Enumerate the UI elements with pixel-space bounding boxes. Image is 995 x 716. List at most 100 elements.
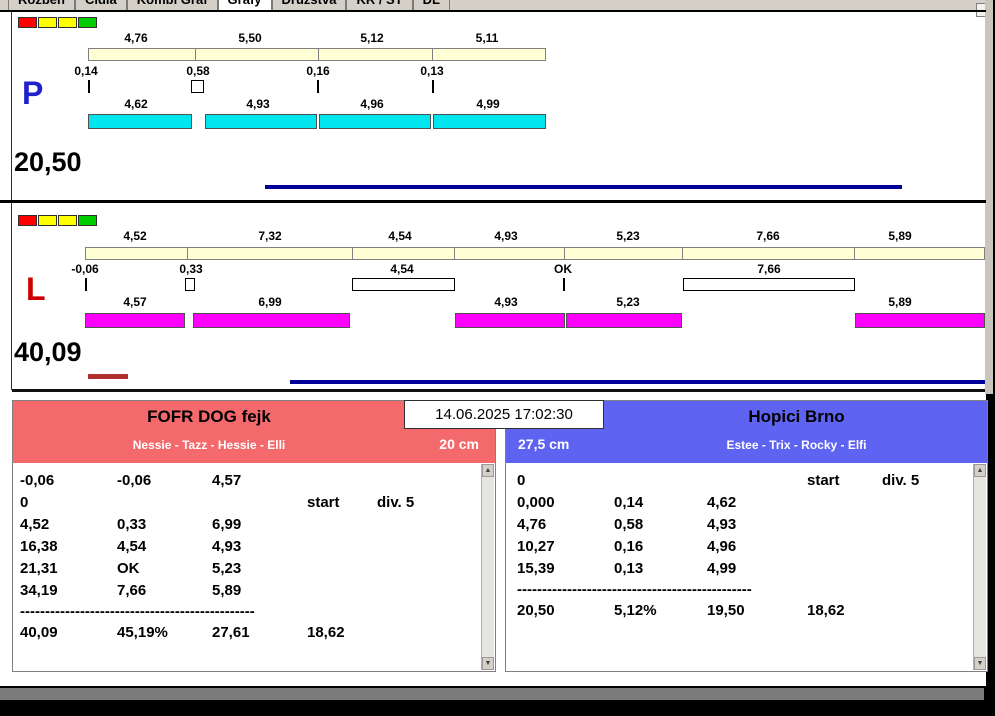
lane-p-run-label: 4,96 [360, 97, 384, 111]
lane-l-change-label: 7,66 [757, 262, 781, 276]
table-cell: 16,38 [20, 538, 58, 555]
ruler-divider [454, 248, 455, 259]
table-cell: 40,09 [20, 624, 58, 641]
left-table-scrollbar[interactable]: ▲ ▼ [481, 464, 494, 670]
table-cell: 5,89 [212, 582, 242, 599]
scroll-up-button[interactable]: ▲ [974, 464, 986, 477]
lane-p-change-label: 0,13 [420, 64, 444, 78]
lane-p-change-marker [432, 80, 434, 93]
right-team-dogs: Estee - Trix - Rocky - Elfi [726, 438, 867, 452]
lane-p-run-label: 4,93 [246, 97, 270, 111]
datetime-display: 14.06.2025 17:02:30 [404, 400, 604, 429]
lane-p-run-bar [205, 114, 317, 129]
scroll-down-button[interactable]: ▼ [974, 657, 986, 670]
table-cell: 27,61 [212, 624, 250, 641]
ruler-divider [432, 49, 433, 60]
table-cell [307, 536, 377, 558]
lane-l-run-bar [855, 313, 985, 328]
lane-p-split-label: 5,12 [360, 31, 384, 45]
table-cell: 15,39 [517, 560, 555, 577]
tab-kombi-graf[interactable]: Kombi Graf [126, 0, 218, 10]
lane-p-timeline-bar [265, 185, 902, 189]
lane-l-change-marker [563, 278, 565, 291]
table-cell: 45,19% [117, 624, 168, 641]
ruler-divider [854, 248, 855, 259]
result-row: 16,38 4,54 4,93 [14, 536, 480, 558]
table-cell [614, 470, 707, 492]
table-cell [307, 558, 377, 580]
table-cell [882, 514, 972, 536]
tab-druzstva[interactable]: Družstva [271, 0, 347, 10]
table-cell [807, 558, 882, 580]
lane-l-change-label: OK [554, 262, 572, 276]
lane-p-status-light-4 [78, 17, 97, 28]
left-team-panel: FOFR DOG fejk Nessie - Tazz - Hessie - E… [12, 400, 496, 672]
lane-l-change-label: 4,54 [390, 262, 414, 276]
table-cell [117, 492, 212, 514]
lane-l-run-label: 5,23 [616, 295, 640, 309]
tab-rozbeh[interactable]: Rozběh [8, 0, 75, 10]
table-cell: 7,66 [117, 582, 147, 599]
lane-p-run-bar [433, 114, 546, 129]
result-row: -0,06 -0,06 4,57 [14, 470, 480, 492]
result-row: 15,39 0,13 4,99 [507, 558, 972, 580]
result-row: 0 start div. 5 [14, 492, 480, 514]
tab-dl[interactable]: DL [412, 0, 451, 10]
table-cell: 18,62 [307, 624, 345, 641]
graph-scrollbar-track[interactable] [985, 0, 993, 394]
lane-l-total-time: 40,09 [14, 337, 82, 367]
left-team-dogs: Nessie - Tazz - Hessie - Elli [132, 438, 286, 452]
table-cell [882, 492, 972, 514]
table-cell: 0,13 [614, 560, 644, 577]
lane-p-change-label: 0,14 [74, 64, 98, 78]
lane-l-status-light-1 [18, 215, 37, 226]
right-team-jump-height: 27,5 cm [518, 436, 570, 452]
right-table-scrollbar[interactable]: ▲ ▼ [973, 464, 986, 670]
lane-p-letter: P [22, 75, 44, 111]
result-row: 0 start div. 5 [507, 470, 972, 492]
lane-l-split-label: 5,23 [616, 229, 640, 243]
tab-grafy[interactable]: Grafy [217, 0, 272, 10]
table-cell [307, 580, 377, 602]
lane-l-split-label: 7,32 [258, 229, 282, 243]
lane-p-split-label: 4,76 [124, 31, 148, 45]
lane-l-run-label: 6,99 [258, 295, 282, 309]
tab-cidla[interactable]: Čidla [74, 0, 127, 10]
scroll-up-button[interactable]: ▲ [482, 464, 494, 477]
table-cell: 4,99 [707, 560, 737, 577]
table-cell [377, 622, 480, 644]
table-cell: 5,23 [212, 560, 242, 577]
table-cell: start [807, 472, 840, 489]
lane-l-timeline-bar [290, 380, 985, 384]
lane-l-letter: L [26, 271, 46, 307]
separator-row: ----------------------------------------… [517, 581, 752, 598]
table-cell [882, 600, 972, 622]
table-cell [377, 558, 480, 580]
ruler-divider [682, 248, 683, 259]
ruler-divider [352, 248, 353, 259]
scroll-down-button[interactable]: ▼ [482, 657, 494, 670]
result-row: 4,52 0,33 6,99 [14, 514, 480, 536]
table-cell: 4,93 [707, 516, 737, 533]
right-team-name: Hopici Brno [748, 407, 845, 426]
table-cell: 5,12% [614, 602, 657, 619]
table-cell [377, 536, 480, 558]
table-cell: 4,52 [20, 516, 50, 533]
lane-l-status-light-2 [38, 215, 57, 226]
window-bottom-bar [0, 688, 984, 700]
table-cell: 0 [517, 472, 526, 489]
lane-l-run-label: 4,93 [494, 295, 518, 309]
lane-p-run-bar [319, 114, 431, 129]
lane-p-split-ruler [88, 48, 546, 61]
tab-kr-st[interactable]: KR / ST [346, 0, 413, 10]
right-team-panel: Hopici Brno Estee - Trix - Rocky - Elfi … [505, 400, 988, 672]
table-cell [377, 514, 480, 536]
table-cell: 0,16 [614, 538, 644, 555]
lane-p-status-light-3 [58, 17, 77, 28]
result-row: 4,76 0,58 4,93 [507, 514, 972, 536]
lane-p-run-label: 4,62 [124, 97, 148, 111]
separator-row: ----------------------------------------… [20, 603, 255, 620]
table-cell [212, 492, 307, 514]
table-cell [307, 470, 377, 492]
divider [0, 10, 986, 12]
